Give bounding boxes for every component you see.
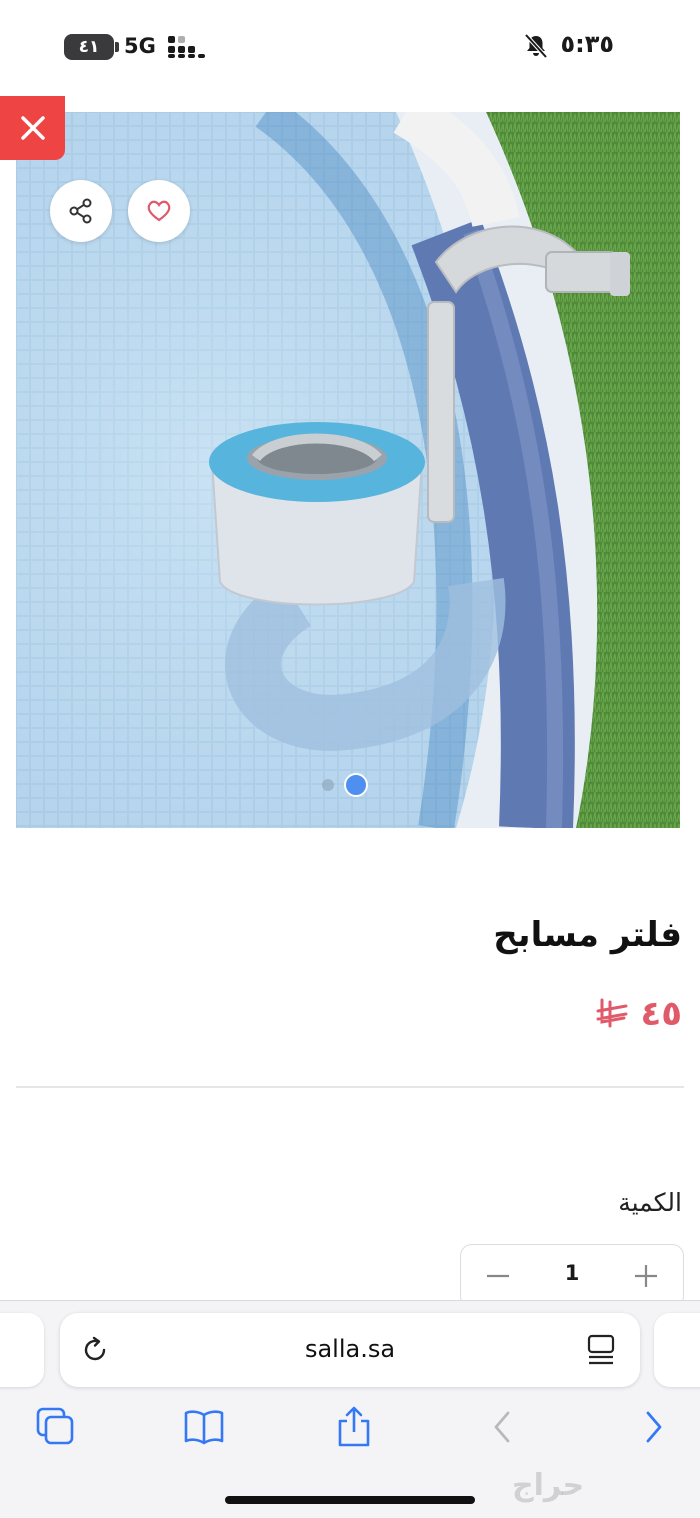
- close-icon: [20, 116, 45, 140]
- bookmarks-icon[interactable]: [184, 1405, 224, 1449]
- product-image[interactable]: [16, 112, 680, 828]
- heart-icon: [147, 200, 171, 222]
- pagination-dot-active[interactable]: [344, 773, 368, 797]
- reader-mode-icon[interactable]: [586, 1333, 616, 1367]
- share-icon: [69, 198, 92, 224]
- back-icon[interactable]: [484, 1405, 524, 1449]
- riyal-icon: [596, 998, 628, 1028]
- previous-tab-preview[interactable]: [0, 1313, 44, 1387]
- watermark-logo: حراج: [512, 1468, 585, 1503]
- divider: [16, 1086, 684, 1088]
- bell-off-icon: [524, 33, 548, 59]
- product-title: فلتر مسابح: [493, 915, 682, 955]
- product-price: ٤٥: [594, 994, 682, 1034]
- pagination-dot[interactable]: [322, 779, 334, 791]
- quantity-label: الكمية: [618, 1188, 682, 1217]
- price-value: ٤٥: [640, 994, 682, 1034]
- quantity-value[interactable]: 1: [555, 1261, 589, 1285]
- minus-button[interactable]: [481, 1259, 515, 1293]
- tabs-icon[interactable]: [36, 1405, 76, 1449]
- forward-icon[interactable]: [634, 1405, 674, 1449]
- browser-toolbar: salla.sa: [0, 1300, 700, 1518]
- signal-icon: [168, 36, 206, 60]
- share-sheet-icon[interactable]: [334, 1405, 374, 1449]
- close-button[interactable]: [0, 96, 65, 160]
- status-bar: ٤١ 5G ٥:٣٥: [0, 0, 700, 96]
- clock: ٥:٣٥: [560, 30, 614, 58]
- image-pagination: [322, 773, 368, 797]
- favorite-button[interactable]: [128, 180, 190, 242]
- address-bar[interactable]: salla.sa: [60, 1313, 640, 1387]
- share-button[interactable]: [50, 180, 112, 242]
- product-photo: [16, 112, 680, 828]
- url-text: salla.sa: [304, 1335, 396, 1363]
- next-tab-preview[interactable]: [654, 1313, 700, 1387]
- network-label: 5G: [124, 34, 156, 58]
- battery-level: ٤١: [78, 37, 100, 57]
- quantity-stepper: 1: [460, 1244, 684, 1308]
- home-indicator[interactable]: [225, 1496, 475, 1504]
- plus-button[interactable]: [629, 1259, 663, 1293]
- battery-icon: ٤١: [64, 34, 119, 60]
